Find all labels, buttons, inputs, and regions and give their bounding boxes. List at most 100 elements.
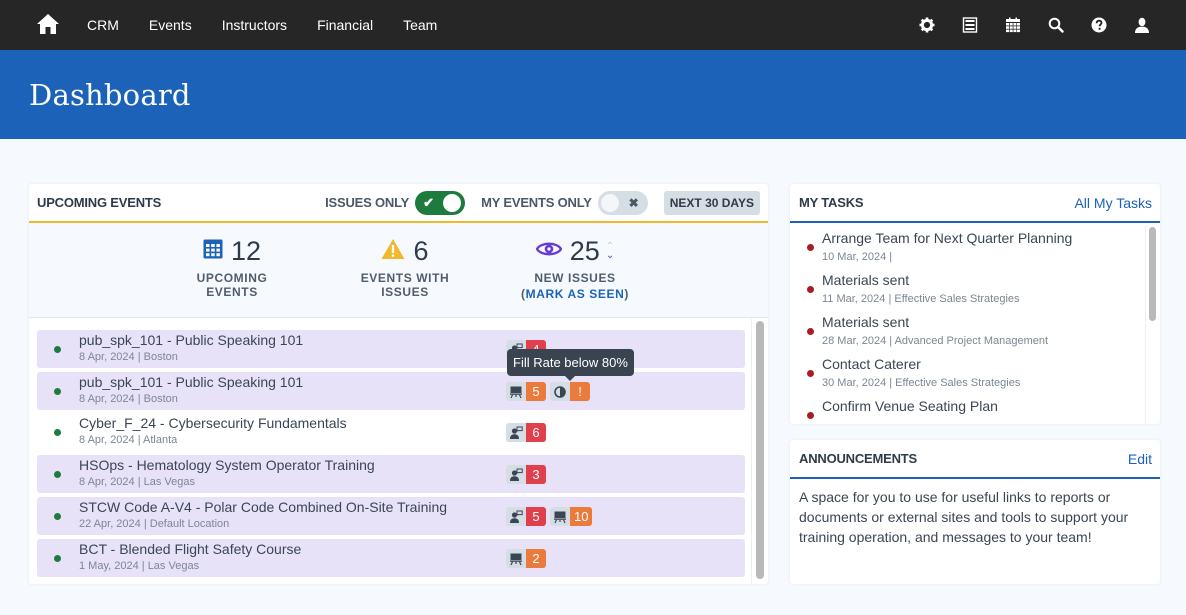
stat-upcoming-events[interactable]: 12 UPCOMING EVENTS bbox=[171, 235, 293, 300]
announcements-header: ANNOUNCEMENTS Edit bbox=[790, 440, 1160, 479]
event-list: pub_spk_101 - Public Speaking 101 8 Apr,… bbox=[29, 319, 768, 584]
announcements-panel: ANNOUNCEMENTS Edit A space for you to us… bbox=[790, 440, 1160, 584]
issue-badge[interactable]: 2 bbox=[506, 549, 546, 568]
issue-count: 5 bbox=[526, 507, 546, 526]
issue-badge[interactable]: 10 bbox=[550, 507, 593, 526]
nav-icons bbox=[892, 0, 1150, 50]
search-icon[interactable] bbox=[1048, 17, 1064, 33]
status-dot bbox=[54, 555, 61, 562]
task-status-dot bbox=[807, 328, 814, 335]
issue-badge[interactable]: 3 bbox=[506, 465, 546, 484]
event-row[interactable]: pub_spk_101 - Public Speaking 101 8 Apr,… bbox=[37, 372, 745, 410]
issue-badge[interactable]: 6 bbox=[506, 423, 546, 442]
calendar-icon[interactable] bbox=[1005, 17, 1021, 33]
task-item[interactable]: Contact Caterer 30 Mar, 2024 | Effective… bbox=[790, 345, 1140, 389]
event-row[interactable]: BCT - Blended Flight Safety Course 1 May… bbox=[37, 539, 745, 577]
event-stats: 12 UPCOMING EVENTS 6 EVENTS WITH ISSUES … bbox=[29, 223, 768, 318]
event-name: HSOps - Hematology System Operator Train… bbox=[79, 457, 375, 473]
toggle-knob bbox=[443, 193, 462, 212]
page-title: Dashboard bbox=[29, 78, 191, 112]
gear-icon[interactable] bbox=[919, 17, 935, 33]
task-title: Arrange Team for Next Quarter Planning bbox=[822, 230, 1073, 246]
all-my-tasks-link[interactable]: All My Tasks bbox=[1074, 195, 1152, 211]
upcoming-events-count: 12 bbox=[230, 235, 262, 266]
task-status-dot bbox=[807, 244, 814, 251]
issue-badges: 5! bbox=[506, 382, 594, 401]
event-row[interactable]: pub_spk_101 - Public Speaking 101 8 Apr,… bbox=[37, 330, 745, 368]
status-dot bbox=[54, 513, 61, 520]
status-dot bbox=[54, 471, 61, 478]
event-name: Cyber_F_24 - Cybersecurity Fundamentals bbox=[79, 415, 347, 431]
edit-announcements-link[interactable]: Edit bbox=[1128, 451, 1152, 467]
issue-count: 5 bbox=[526, 382, 546, 401]
mark-as-seen-wrap: (MARK AS SEEN) bbox=[515, 287, 635, 301]
new-issues-count: 25 bbox=[569, 235, 600, 266]
new-issues-label: NEW ISSUES bbox=[534, 271, 616, 285]
announcements-text: A space for you to use for useful links … bbox=[799, 489, 1129, 545]
instructor-icon bbox=[506, 423, 526, 442]
nav-link-crm[interactable]: CRM bbox=[87, 17, 119, 33]
task-status-dot bbox=[807, 370, 814, 377]
scroll-track bbox=[751, 319, 752, 584]
classroom-icon bbox=[506, 549, 526, 568]
my-tasks-header: MY TASKS All My Tasks bbox=[790, 184, 1160, 223]
task-item[interactable]: Confirm Venue Seating Plan bbox=[790, 387, 1140, 424]
status-dot bbox=[54, 346, 61, 353]
nav-link-instructors[interactable]: Instructors bbox=[222, 17, 287, 33]
event-list-scrollbar[interactable] bbox=[756, 321, 764, 579]
status-dot bbox=[54, 429, 61, 436]
instructor-icon bbox=[506, 507, 526, 526]
help-icon[interactable] bbox=[1091, 17, 1107, 33]
fill-rate-tooltip: Fill Rate below 80% bbox=[507, 349, 634, 381]
nav-link-events[interactable]: Events bbox=[149, 17, 192, 33]
issues-only-toggle[interactable]: ✔ bbox=[415, 190, 466, 215]
upcoming-events-label: UPCOMING EVENTS bbox=[196, 271, 268, 299]
status-dot bbox=[54, 388, 61, 395]
home-icon[interactable] bbox=[36, 12, 60, 36]
event-meta: 8 Apr, 2024 | Las Vegas bbox=[79, 476, 196, 488]
check-icon: ✔ bbox=[423, 194, 435, 210]
eye-icon bbox=[535, 240, 563, 263]
event-row[interactable]: HSOps - Hematology System Operator Train… bbox=[37, 455, 745, 493]
event-row[interactable]: STCW Code A-V4 - Polar Code Combined On-… bbox=[37, 497, 745, 535]
warning-icon bbox=[381, 238, 405, 265]
issue-badges: 6 bbox=[506, 423, 550, 442]
event-meta: 22 Apr, 2024 | Default Location bbox=[79, 518, 230, 530]
x-icon: ✖ bbox=[628, 195, 639, 210]
issue-badges: 3 bbox=[506, 465, 550, 484]
issues-only-label: ISSUES ONLY bbox=[325, 195, 410, 210]
announcements-title: ANNOUNCEMENTS bbox=[799, 451, 918, 466]
event-meta: 8 Apr, 2024 | Atlanta bbox=[79, 434, 178, 446]
my-events-only-toggle[interactable]: ✖ bbox=[597, 190, 648, 215]
task-list-scrollbar[interactable] bbox=[1149, 227, 1156, 321]
list-icon[interactable] bbox=[962, 17, 978, 33]
task-item[interactable]: Materials sent 28 Mar, 2024 | Advanced P… bbox=[790, 303, 1140, 347]
my-events-only-label: MY EVENTS ONLY bbox=[481, 195, 592, 210]
issue-badge[interactable]: ! bbox=[550, 382, 590, 401]
issue-count: ! bbox=[570, 382, 590, 401]
task-list: Arrange Team for Next Quarter Planning 1… bbox=[790, 225, 1146, 424]
next-30-days-button[interactable]: NEXT 30 DAYS bbox=[663, 190, 760, 215]
task-item[interactable]: Materials sent 11 Mar, 2024 | Effective … bbox=[790, 261, 1140, 305]
task-status-dot bbox=[807, 412, 814, 419]
my-tasks-panel: MY TASKS All My Tasks Arrange Team for N… bbox=[790, 184, 1160, 424]
calendar-grid-icon bbox=[203, 239, 223, 264]
task-item[interactable]: Arrange Team for Next Quarter Planning 1… bbox=[790, 225, 1140, 263]
mark-as-seen-link[interactable]: MARK AS SEEN bbox=[526, 287, 625, 301]
classroom-icon bbox=[550, 507, 570, 526]
upcoming-events-panel: UPCOMING EVENTS ISSUES ONLY ✔ MY EVENTS … bbox=[29, 184, 768, 584]
nav-link-team[interactable]: Team bbox=[403, 17, 437, 33]
issue-count: 6 bbox=[526, 423, 546, 442]
user-icon[interactable] bbox=[1134, 17, 1150, 33]
issue-count: 3 bbox=[526, 465, 546, 484]
sort-toggle[interactable]: ⌃ ⌄ bbox=[606, 242, 614, 261]
nav-link-financial[interactable]: Financial bbox=[317, 17, 373, 33]
stat-events-with-issues[interactable]: 6 EVENTS WITH ISSUES bbox=[335, 235, 475, 300]
task-status-dot bbox=[807, 286, 814, 293]
issue-badge[interactable]: 5 bbox=[506, 382, 546, 401]
instructor-icon bbox=[506, 465, 526, 484]
issue-badge[interactable]: 5 bbox=[506, 507, 546, 526]
toggle-knob bbox=[600, 193, 619, 212]
fill-rate-icon bbox=[550, 382, 570, 401]
event-row[interactable]: Cyber_F_24 - Cybersecurity Fundamentals … bbox=[37, 413, 745, 451]
